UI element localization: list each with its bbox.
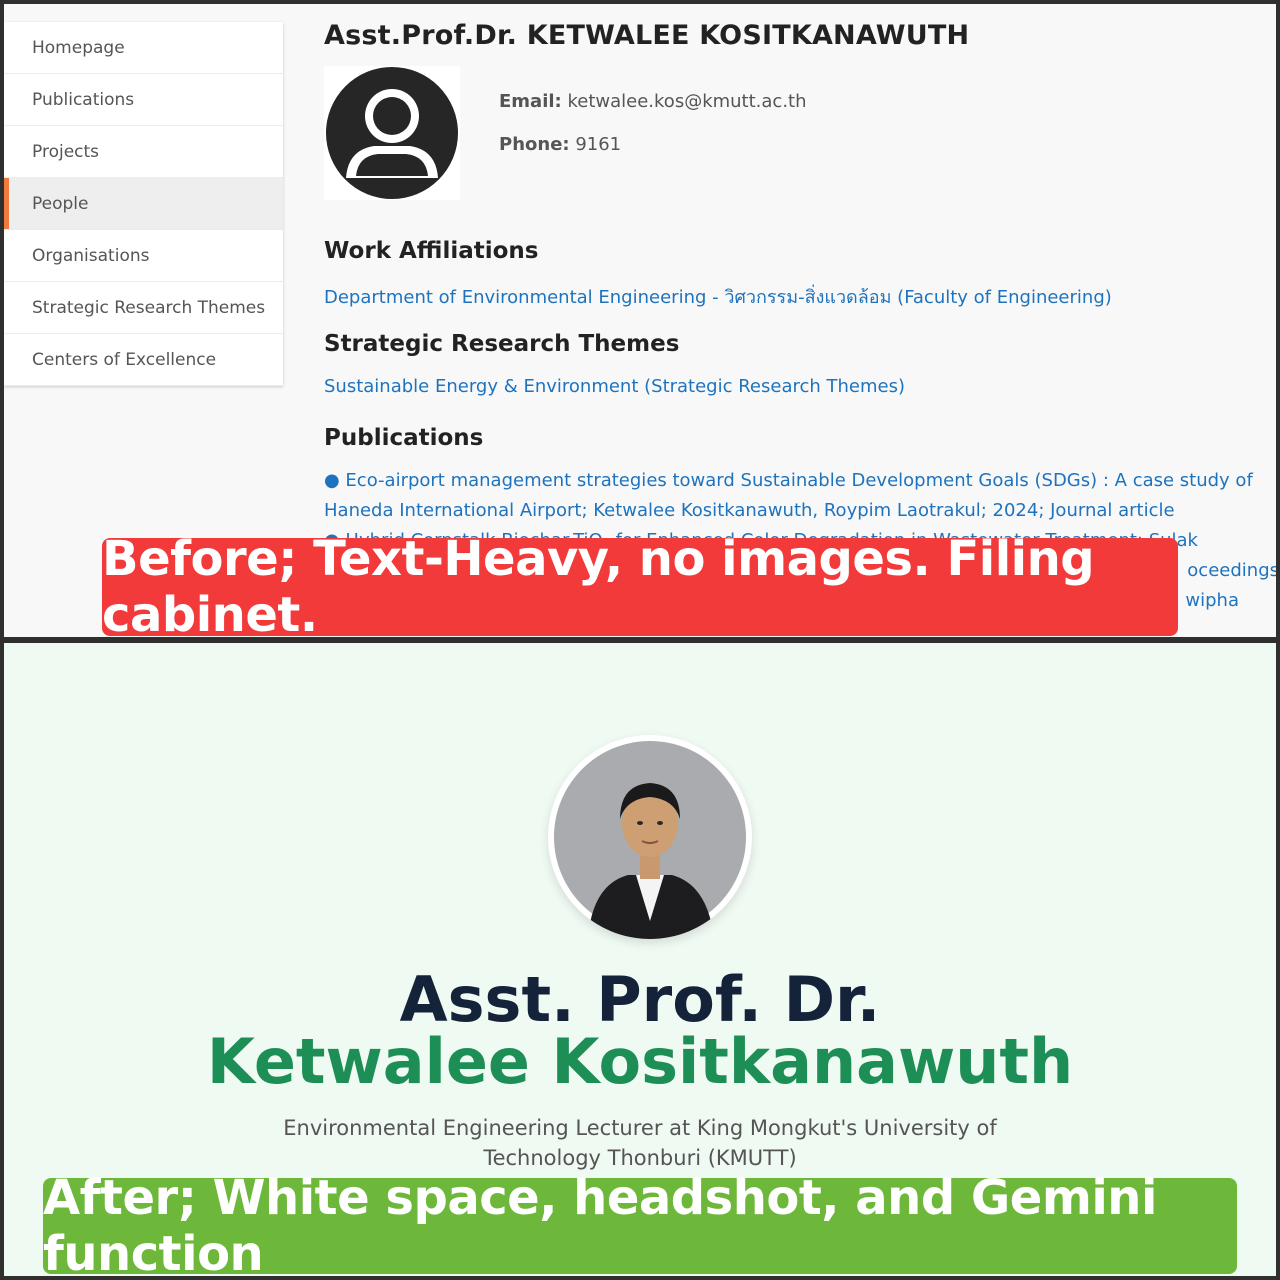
headshot-photo xyxy=(548,735,752,939)
before-banner: Before; Text-Heavy, no images. Filing ca… xyxy=(102,531,1178,637)
hero-title-name: Ketwalee Kositkanawuth xyxy=(206,1025,1074,1098)
avatar xyxy=(324,66,460,200)
work-affiliations-heading: Work Affiliations xyxy=(324,238,539,264)
sidebar-item-label: Publications xyxy=(32,89,135,110)
sidebar-item-centers-of-excellence[interactable]: Centers of Excellence xyxy=(4,334,283,386)
publication-item[interactable]: ● Eco-airport management strategies towa… xyxy=(324,466,1269,526)
after-panel: Asst. Prof. Dr. Ketwalee Kositkanawuth E… xyxy=(4,643,1276,1276)
sidebar-nav: Homepage Publications Projects People Or… xyxy=(4,22,283,386)
email-label: Email: xyxy=(499,91,562,112)
phone-value: 9161 xyxy=(575,134,622,155)
sidebar-item-organisations[interactable]: Organisations xyxy=(4,230,283,282)
sidebar-item-homepage[interactable]: Homepage xyxy=(4,22,283,74)
hero-subtitle: Environmental Engineering Lecturer at Ki… xyxy=(283,1116,997,1170)
sidebar-item-label: Centers of Excellence xyxy=(32,349,217,370)
contact-info: Email: ketwalee.kos@kmutt.ac.th Phone: 9… xyxy=(499,80,807,166)
sidebar-item-label: Projects xyxy=(32,141,100,162)
sidebar-item-people[interactable]: People xyxy=(4,178,283,230)
sidebar-item-projects[interactable]: Projects xyxy=(4,126,283,178)
strategic-themes-heading: Strategic Research Themes xyxy=(324,331,680,357)
profile-content: Asst.Prof.Dr. KETWALEE KOSITKANAWUTH Ema… xyxy=(324,4,1276,611)
sidebar-item-label: Strategic Research Themes xyxy=(32,297,266,318)
publications-heading: Publications xyxy=(324,425,484,451)
after-banner: After; White space, headshot, and Gemini… xyxy=(43,1170,1237,1276)
headshot-illustration xyxy=(554,741,746,939)
email-value[interactable]: ketwalee.kos@kmutt.ac.th xyxy=(567,91,806,112)
user-placeholder-icon xyxy=(326,67,458,199)
email-row: Email: ketwalee.kos@kmutt.ac.th xyxy=(499,80,807,123)
sidebar-item-publications[interactable]: Publications xyxy=(4,74,283,126)
sidebar-item-label: Homepage xyxy=(32,37,125,58)
work-affiliation-link[interactable]: Department of Environmental Engineering … xyxy=(324,282,1112,311)
strategic-theme-link[interactable]: Sustainable Energy & Environment (Strate… xyxy=(324,376,905,397)
sidebar-item-label: People xyxy=(32,193,89,214)
comparison-frame: Homepage Publications Projects People Or… xyxy=(0,0,1280,1280)
phone-row: Phone: 9161 xyxy=(499,123,807,166)
sidebar-item-strategic-research-themes[interactable]: Strategic Research Themes xyxy=(4,282,283,334)
phone-label: Phone: xyxy=(499,134,570,155)
page-title: Asst.Prof.Dr. KETWALEE KOSITKANAWUTH xyxy=(324,20,970,51)
sidebar-item-label: Organisations xyxy=(32,245,150,266)
before-panel: Homepage Publications Projects People Or… xyxy=(4,4,1276,637)
